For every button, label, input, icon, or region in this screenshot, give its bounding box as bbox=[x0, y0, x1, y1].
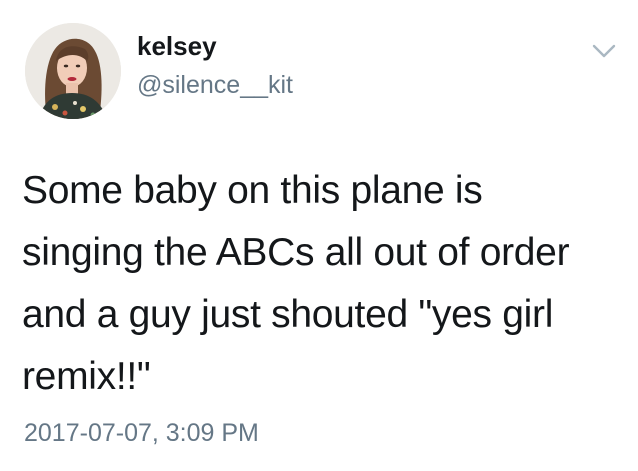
avatar-photo bbox=[25, 23, 121, 119]
user-handle[interactable]: @silence__kit bbox=[137, 70, 293, 100]
tweet-card: kelsey @silence__kit Some baby on this p… bbox=[0, 0, 638, 471]
tweet-text-line: and a guy just shouted "yes girl bbox=[22, 293, 554, 336]
tweet-timestamp[interactable]: 2017-07-07, 3:09 PM bbox=[24, 418, 259, 448]
display-name[interactable]: kelsey bbox=[137, 31, 217, 61]
tweet-text-line: remix!!" bbox=[22, 355, 151, 398]
tweet-text: Some baby on this plane is singing the A… bbox=[22, 160, 622, 408]
chevron-down-icon[interactable] bbox=[590, 40, 618, 62]
tweet-text-line: singing the ABCs all out of order bbox=[22, 231, 570, 274]
tweet-text-line: Some baby on this plane is bbox=[22, 169, 483, 212]
avatar[interactable] bbox=[25, 23, 121, 119]
